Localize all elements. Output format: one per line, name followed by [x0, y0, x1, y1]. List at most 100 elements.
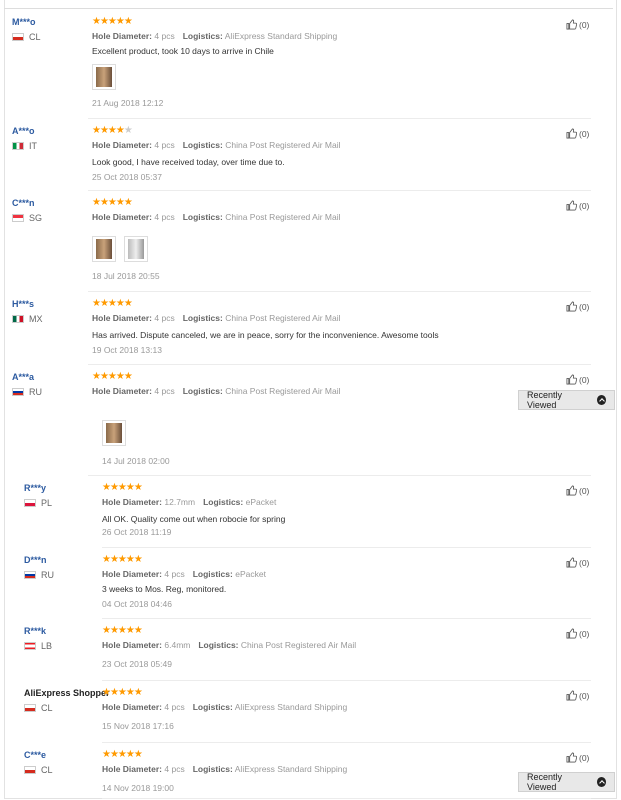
helpful-button[interactable]: (0) — [566, 557, 589, 568]
recently-viewed-button-bottom[interactable]: Recently Viewed — [518, 772, 615, 792]
helpful-button[interactable]: (0) — [566, 128, 589, 139]
review-date: 14 Jul 2018 02:00 — [102, 456, 170, 466]
star-rating: ★★★★★ — [102, 625, 143, 636]
reviewer-name[interactable]: R***k — [24, 626, 46, 636]
country-flag-icon — [12, 388, 24, 396]
country-code: LB — [41, 641, 53, 651]
review-date: 21 Aug 2018 12:12 — [92, 98, 164, 108]
logistics-value: AliExpress Standard Shipping — [234, 764, 348, 774]
review-meta: Hole Diameter: 4 pcs Logistics: AliExpres… — [92, 31, 337, 41]
star-rating: ★★★★★ — [92, 197, 133, 208]
reviewer-country: RU — [24, 570, 54, 580]
recently-viewed-label: Recently Viewed — [527, 390, 563, 410]
star-rating: ★★★★★ — [102, 749, 143, 760]
helpful-button[interactable]: (0) — [566, 200, 589, 211]
reviewer-name[interactable]: D***n — [24, 555, 47, 565]
review-text: Look good, I have received today, over t… — [92, 157, 285, 167]
thumbs-up-icon — [566, 19, 579, 30]
reviewer-name[interactable]: R***y — [24, 483, 46, 493]
logistics-label: Logistics: — [203, 497, 244, 507]
hole-diameter-value: 4 pcs — [164, 702, 185, 712]
logistics-label: Logistics: — [192, 569, 233, 579]
helpful-button[interactable]: (0) — [566, 485, 589, 496]
star-rating: ★★★★★ — [102, 482, 143, 493]
helpful-button[interactable]: (0) — [566, 19, 589, 30]
review-photo[interactable] — [92, 236, 116, 262]
hole-diameter-label: Hole Diameter: — [92, 313, 152, 323]
review-photo[interactable] — [102, 420, 126, 446]
hole-diameter-value: 4 pcs — [164, 569, 185, 579]
review-item: M***o CL ★★★★★ Hole Diameter: 4 pcs Logistic… — [0, 10, 613, 119]
logistics-value: China Post Registered Air Mail — [225, 212, 341, 222]
country-code: RU — [29, 387, 42, 397]
star-rating: ★★★★★ — [92, 298, 133, 309]
hole-diameter-label: Hole Diameter: — [92, 386, 152, 396]
reviewer-name[interactable]: A***o — [12, 126, 35, 136]
review-meta: Hole Diameter: 4 pcs Logistics: China Pos… — [92, 313, 341, 323]
like-count: (0) — [579, 485, 590, 496]
logistics-value: China Post Registered Air Mail — [240, 640, 357, 650]
hole-diameter-value: 4 pcs — [154, 31, 175, 41]
review-photo[interactable] — [124, 236, 148, 262]
logistics-label: Logistics: — [198, 640, 239, 650]
hole-diameter-value: 6.4mm — [164, 640, 191, 650]
helpful-button[interactable]: (0) — [566, 628, 589, 639]
recently-viewed-button[interactable]: Recently Viewed — [518, 390, 615, 410]
star-rating: ★★★★★ — [102, 687, 143, 698]
hole-diameter-value: 4 pcs — [154, 140, 175, 150]
logistics-value: China Post Registered Air Mail — [225, 140, 341, 150]
reviewer-country: MX — [12, 314, 43, 324]
review-item: C***n SG ★★★★★ Hole Diameter: 4 pcs Logistic… — [0, 191, 613, 292]
logistics-value: ePacket — [235, 569, 266, 579]
hole-diameter-label: Hole Diameter: — [102, 640, 162, 650]
hole-diameter-label: Hole Diameter: — [102, 497, 162, 507]
review-date: 18 Jul 2018 20:55 — [92, 271, 160, 281]
reviewer-name[interactable]: C***n — [12, 198, 35, 208]
helpful-button[interactable]: (0) — [566, 690, 589, 701]
reviewer-name[interactable]: H***s — [12, 299, 34, 309]
hole-diameter-label: Hole Diameter: — [102, 702, 162, 712]
review-item: A***a RU ★★★★★ Hole Diameter: 4 pcs Logistic… — [0, 365, 613, 476]
country-flag-icon — [24, 704, 36, 712]
country-code: PL — [41, 498, 53, 508]
hole-diameter-label: Hole Diameter: — [92, 31, 152, 41]
like-count: (0) — [579, 374, 590, 385]
helpful-button[interactable]: (0) — [566, 752, 589, 763]
logistics-value: China Post Registered Air Mail — [225, 313, 341, 323]
review-item: A***o IT ★★★★★ Hole Diameter: 4 pcs Logistic… — [0, 119, 613, 191]
country-flag-icon — [12, 315, 24, 323]
hole-diameter-value: 4 pcs — [164, 764, 185, 774]
review-meta: Hole Diameter: 12.7mm Logistics: ePacket — [102, 497, 276, 507]
hole-diameter-value: 12.7mm — [164, 497, 196, 507]
like-count: (0) — [579, 301, 590, 312]
hole-diameter-value: 4 pcs — [154, 212, 175, 222]
like-count: (0) — [579, 200, 590, 211]
review-photo[interactable] — [92, 64, 116, 90]
logistics-value: AliExpress Standard Shipping — [234, 702, 348, 712]
country-flag-icon — [24, 571, 36, 579]
review-item: AliExpress Shopper CL ★★★★★ Hole Diameter: … — [0, 681, 613, 743]
hole-diameter-label: Hole Diameter: — [92, 140, 152, 150]
reviewer-country: CL — [24, 765, 53, 775]
logistics-value: AliExpress Standard Shipping — [224, 31, 338, 41]
review-text: All OK. Quality come out when robocie fo… — [102, 514, 286, 524]
thumbs-up-icon — [566, 628, 579, 639]
logistics-value: China Post Registered Air Mail — [225, 386, 341, 396]
reviewer-name[interactable]: M***o — [12, 17, 36, 27]
review-date: 19 Oct 2018 13:13 — [92, 345, 162, 355]
reviewer-country: IT — [12, 141, 37, 151]
like-count: (0) — [579, 690, 590, 701]
recently-viewed-label-bottom: Recently Viewed — [527, 772, 563, 792]
thumbs-up-icon — [566, 374, 579, 385]
reviewer-name[interactable]: C***e — [24, 750, 46, 760]
hole-diameter-label: Hole Diameter: — [92, 212, 152, 222]
helpful-button[interactable]: (0) — [566, 374, 589, 385]
thumbs-up-icon — [566, 128, 579, 139]
review-text: 3 weeks to Mos. Reg, monitored. — [102, 584, 227, 594]
like-count: (0) — [579, 128, 590, 139]
review-divider — [102, 798, 591, 799]
reviewer-name[interactable]: AliExpress Shopper — [24, 688, 110, 698]
reviewer-name[interactable]: A***a — [12, 372, 34, 382]
helpful-button[interactable]: (0) — [566, 301, 589, 312]
hole-diameter-value: 4 pcs — [154, 386, 175, 396]
